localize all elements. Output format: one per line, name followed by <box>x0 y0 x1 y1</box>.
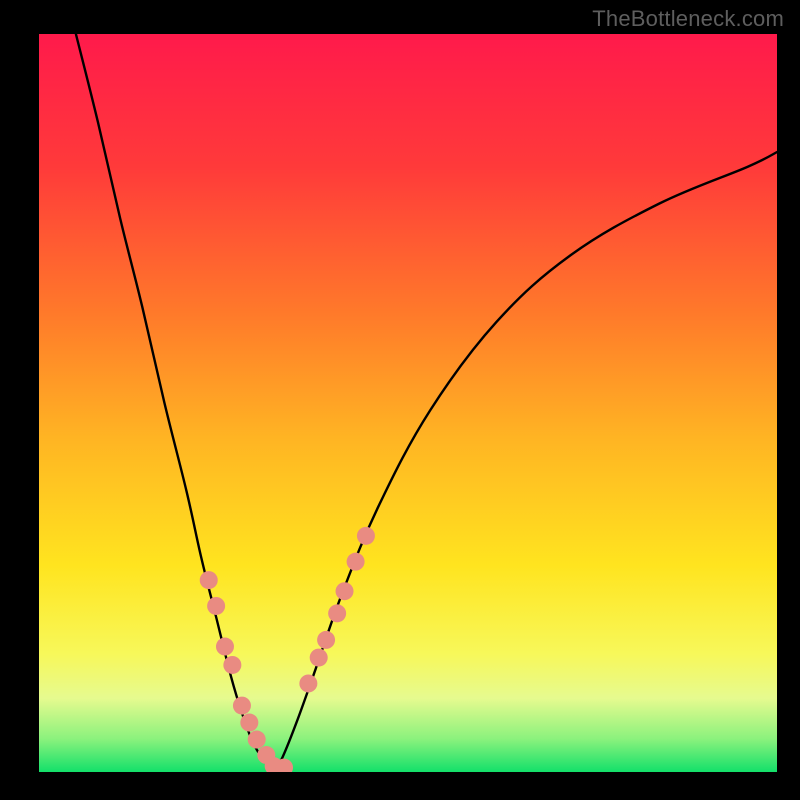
chart-stage: TheBottleneck.com <box>0 0 800 800</box>
data-point <box>275 759 293 777</box>
data-point <box>207 597 225 615</box>
data-point <box>223 656 241 674</box>
data-point <box>336 582 354 600</box>
data-point <box>357 527 375 545</box>
data-point <box>200 571 218 589</box>
data-point <box>233 697 251 715</box>
data-point <box>248 731 266 749</box>
data-point <box>328 604 346 622</box>
data-point <box>216 638 234 656</box>
plot-background <box>39 34 777 772</box>
data-point <box>240 714 258 732</box>
data-point <box>317 631 335 649</box>
data-point <box>299 674 317 692</box>
watermark-text: TheBottleneck.com <box>592 6 784 32</box>
bottleneck-chart <box>0 0 800 800</box>
data-point <box>310 649 328 667</box>
data-point <box>347 553 365 571</box>
